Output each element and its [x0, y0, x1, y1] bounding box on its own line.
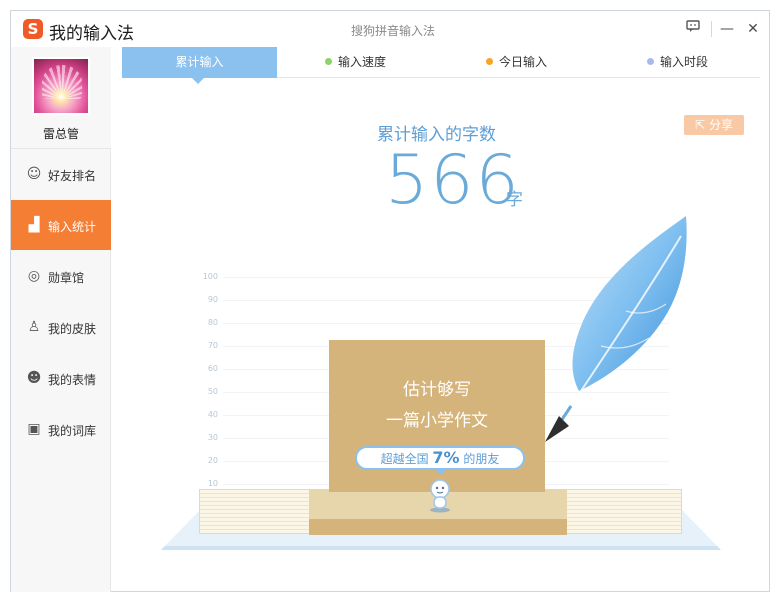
share-label: 分享 [708, 118, 733, 132]
y-tick-label: 90 [207, 295, 218, 304]
tab-label: 今日输入 [499, 55, 548, 69]
sidebar-item-label: 我的皮肤 [48, 322, 97, 336]
purple-dot-icon [647, 58, 654, 65]
stats-tabs: 累计输入 输入速度 今日输入 输入时段 [122, 47, 760, 84]
y-tick-label: 30 [207, 433, 218, 442]
tab-label: 输入时段 [660, 55, 709, 69]
sidebar-item-input-stats[interactable]: ▟ 输入统计 [11, 200, 111, 250]
smiley-icon: ☻ [26, 370, 42, 386]
y-tick-label: 50 [207, 387, 218, 396]
y-tick-label: 80 [207, 318, 218, 327]
tab-input-speed[interactable]: 输入速度 [325, 47, 386, 78]
title-bar[interactable]: S 我的输入法 搜狗拼音输入法 — ✕ [11, 11, 769, 47]
sidebar-item-skins[interactable]: ♙ 我的皮肤 [11, 302, 111, 352]
sidebar-item-label: 输入统计 [48, 220, 97, 234]
feedback-icon[interactable] [683, 19, 703, 39]
stats-chart-icon: ▟ [28, 217, 40, 233]
sogou-logo-icon: S [23, 19, 43, 39]
main-window: S 我的输入法 搜狗拼音输入法 — ✕ 雷总管 ☺ 好友排名 ▟ 输入统计 ◎ … [10, 10, 770, 592]
sidebar-item-emoticons[interactable]: ☻ 我的表情 [11, 353, 111, 403]
avatar[interactable] [32, 57, 90, 115]
y-tick-label: 10 [207, 479, 218, 488]
surpass-badge: 超越全国 7% 的朋友 [355, 446, 525, 475]
mascot-icon [430, 479, 450, 513]
window-subtitle: 搜狗拼音输入法 [351, 24, 436, 38]
book-spine-bottom [309, 519, 567, 535]
y-tick-label: 100 [202, 272, 218, 281]
titlebar-separator [711, 21, 712, 37]
sidebar-item-medals[interactable]: ◎ 勋章馆 [11, 251, 111, 301]
sidebar-item-label: 勋章馆 [48, 271, 85, 285]
sidebar-item-label: 我的表情 [48, 373, 97, 387]
dictionary-icon: ▣ [27, 421, 41, 437]
green-dot-icon [325, 58, 332, 65]
y-tick-label: 60 [207, 364, 218, 373]
profile-box: 雷总管 [11, 47, 111, 149]
count-unit: 字 [506, 190, 523, 210]
y-tick-label: 70 [207, 341, 218, 350]
y-tick-label: 20 [207, 456, 218, 465]
tab-input-time[interactable]: 输入时段 [647, 47, 708, 78]
sidebar: 雷总管 ☺ 好友排名 ▟ 输入统计 ◎ 勋章馆 ♙ 我的皮肤 ☻ 我的表情 ▣ … [11, 47, 111, 592]
share-button[interactable]: ⇱ 分享 [684, 115, 744, 135]
username: 雷总管 [42, 127, 79, 141]
sidebar-item-dictionary[interactable]: ▣ 我的词库 [11, 404, 111, 454]
sidebar-item-label: 好友排名 [48, 169, 97, 183]
close-button[interactable]: ✕ [743, 19, 763, 39]
surpass-suffix: 的朋友 [463, 452, 500, 466]
tshirt-icon: ♙ [27, 319, 41, 335]
share-icon: ⇱ [695, 118, 706, 132]
feather-quill-icon [545, 216, 687, 442]
sidebar-item-friends-ranking[interactable]: ☺ 好友排名 [11, 149, 111, 199]
friends-icon: ☺ [26, 166, 42, 182]
app-title: 我的输入法 [49, 24, 134, 44]
minimize-button[interactable]: — [717, 19, 737, 39]
medal-icon: ◎ [27, 268, 41, 284]
tab-today-input[interactable]: 今日输入 [486, 47, 547, 78]
card-line-2: 一篇小学作文 [386, 411, 488, 431]
surpass-prefix: 超越全国 [380, 452, 429, 466]
tab-label: 输入速度 [338, 55, 387, 69]
tab-label: 累计输入 [175, 55, 224, 69]
cumulative-count: 566 [385, 141, 521, 220]
card-line-1: 估计够写 [403, 380, 471, 400]
sidebar-item-label: 我的词库 [48, 424, 97, 438]
surpass-percent: 7% [432, 448, 460, 467]
y-tick-label: 40 [207, 410, 218, 419]
orange-dot-icon [486, 58, 493, 65]
tab-cumulative-input[interactable]: 累计输入 [122, 47, 277, 84]
